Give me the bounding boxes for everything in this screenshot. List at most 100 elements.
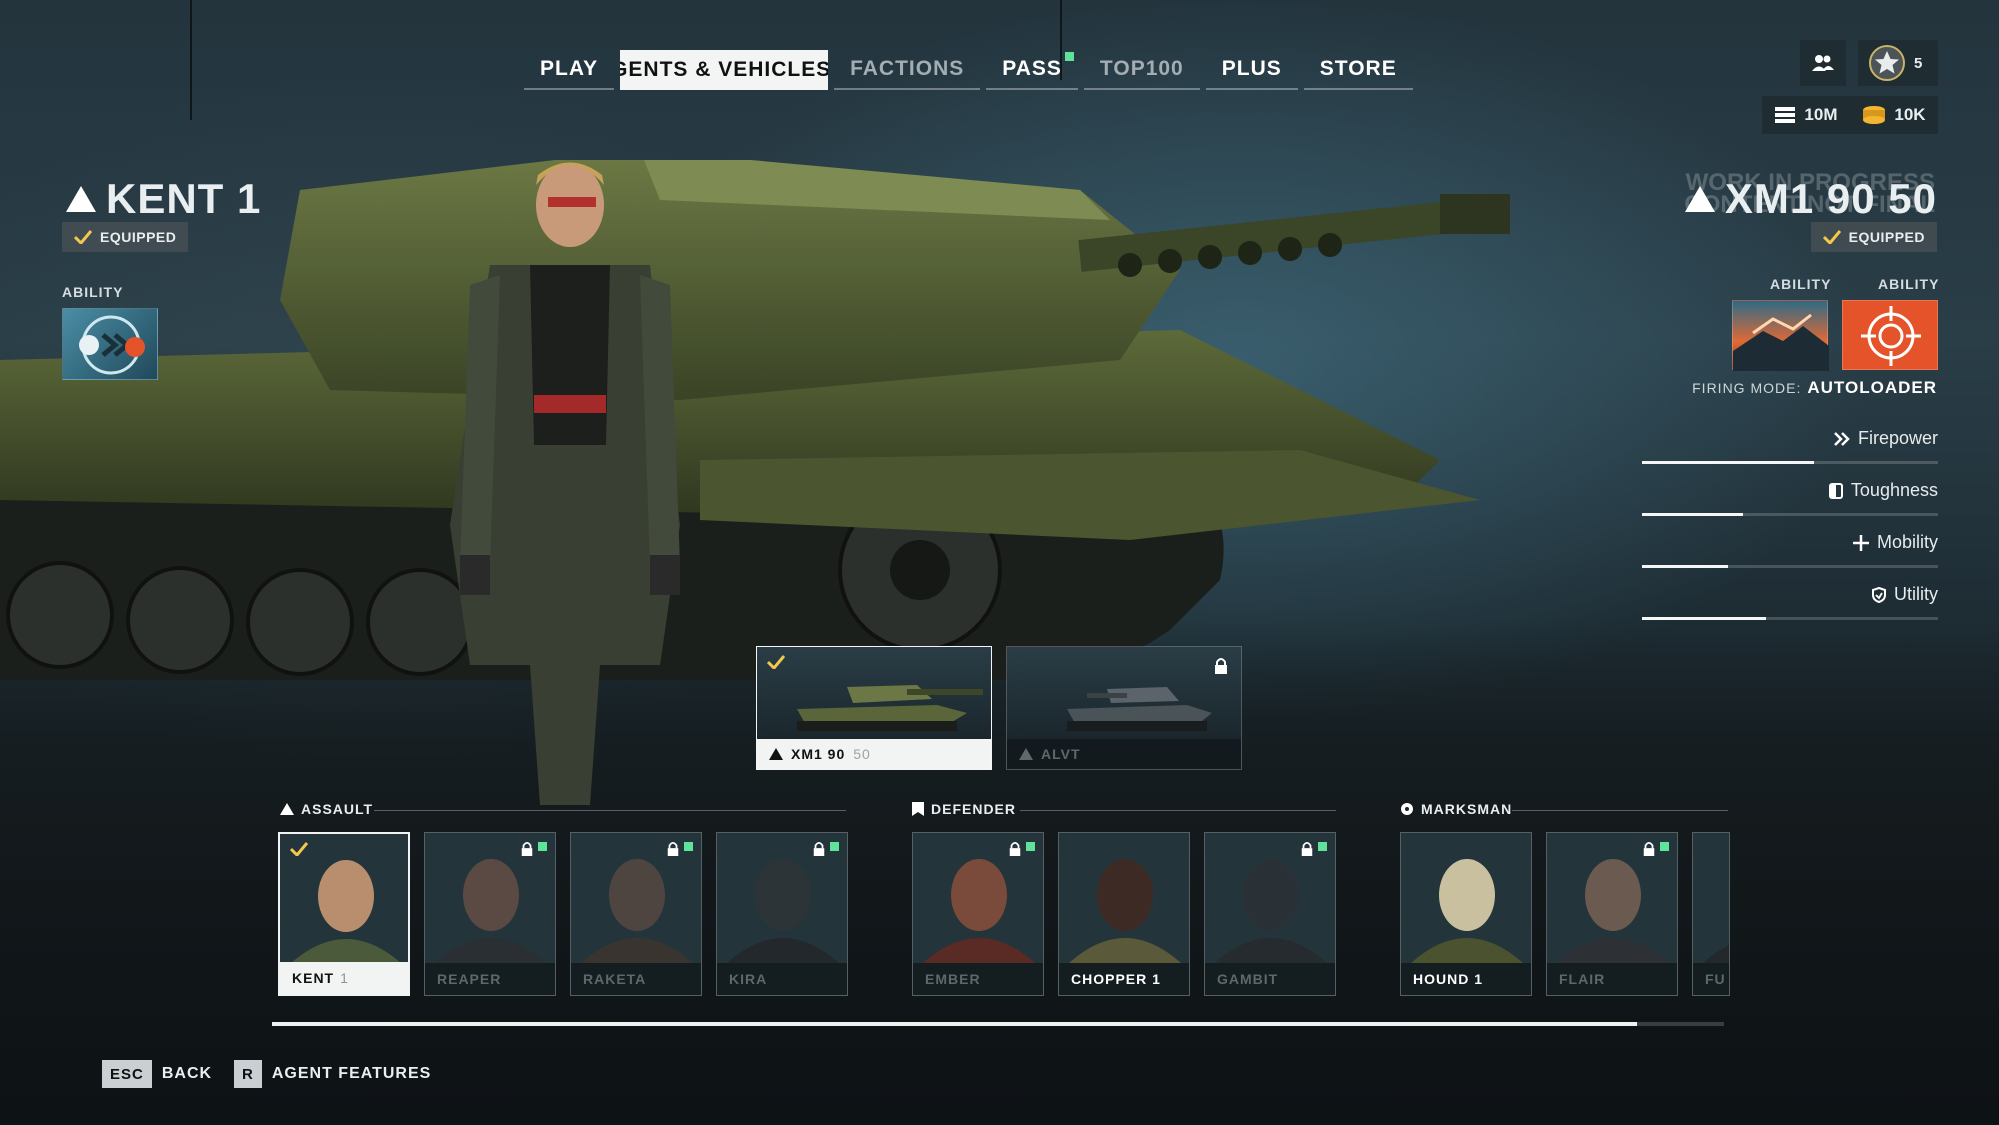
back-label: BACK	[161, 1065, 213, 1082]
chevrons-icon	[1834, 431, 1850, 446]
group-marksman: MARKSMAN	[1400, 800, 1512, 818]
agent-name: KENT 1	[106, 175, 262, 222]
card-status	[1642, 841, 1669, 857]
vehicle-ability-tile-2[interactable]	[1842, 300, 1938, 370]
agent-card-fu[interactable]: FU	[1692, 832, 1730, 996]
vehicle-card-alvt[interactable]: ALVT	[1006, 646, 1242, 770]
agent-card-raketa[interactable]: RAKETA	[570, 832, 702, 996]
stat-utility: Utility	[1642, 576, 1938, 628]
coins-icon	[1863, 106, 1886, 124]
hanging-cable	[190, 0, 192, 120]
vehicle-card-xm1[interactable]: XM1 90 50	[756, 646, 992, 770]
agent-card-name: HOUND 1	[1401, 963, 1531, 995]
shield-utility-icon	[1872, 586, 1886, 603]
currency-bar: 10M 10K	[1762, 96, 1938, 134]
agent-card-name: REAPER	[425, 963, 555, 995]
vehicle-equipped-badge: EQUIPPED	[1810, 222, 1937, 252]
card-status	[520, 841, 547, 857]
agent-portrait	[1059, 833, 1189, 963]
vehicle-ability-label-2: ABILITY	[1878, 276, 1940, 292]
group-divider	[374, 810, 846, 811]
assault-class-icon	[1019, 748, 1033, 760]
currency-coins: 10K	[1862, 105, 1926, 125]
triangle-icon	[280, 803, 294, 815]
card-status	[1008, 841, 1035, 857]
lock-icon	[1643, 842, 1655, 856]
tab-store[interactable]: STORE	[1303, 50, 1413, 90]
group-defender: DEFENDER	[912, 800, 1016, 818]
notification-dot	[1064, 52, 1074, 61]
agent-card-kent[interactable]: KENT 1	[278, 832, 410, 996]
cash-stack-icon	[1775, 107, 1796, 123]
stat-fill	[1642, 513, 1743, 516]
agent-card-reaper[interactable]: REAPER	[424, 832, 556, 996]
agent-title: KENT 1	[66, 175, 261, 223]
esc-key: ESC	[102, 1060, 152, 1088]
friends-icon	[1812, 55, 1834, 71]
card-status	[1300, 841, 1327, 857]
currency-credits-value: 10M	[1804, 105, 1838, 124]
rank-level: 5	[1914, 54, 1923, 72]
tab-agents-vehicles[interactable]: AGENTS & VEHICLES	[620, 50, 829, 90]
lock-icon	[1215, 658, 1227, 674]
agent-card-ember[interactable]: EMBER	[912, 832, 1044, 996]
vehicle-ability-tile-1[interactable]	[1732, 300, 1829, 371]
agent-ability-tile[interactable]	[62, 308, 158, 380]
vehicle-thumbnail	[757, 647, 991, 739]
agent-features-hint[interactable]: R AGENT FEATURES	[234, 1060, 431, 1088]
tab-play[interactable]: PLAY	[524, 50, 615, 90]
agent-features-label: AGENT FEATURES	[271, 1065, 432, 1082]
agent-card-name: RAKETA	[571, 963, 701, 995]
agent-card-gambit[interactable]: GAMBIT	[1204, 832, 1336, 996]
agent-character-figure	[450, 162, 680, 805]
vehicle-card-caption: XM1 90 50	[757, 739, 991, 769]
lock-icon	[1301, 842, 1313, 856]
stat-toughness: Toughness	[1642, 472, 1938, 524]
lock-icon	[1009, 842, 1021, 856]
assault-class-icon	[1684, 186, 1715, 212]
agent-card-name: FU	[1693, 963, 1729, 995]
main-nav: PLAY AGENTS & VEHICLES FACTIONS PASS TOP…	[524, 50, 1419, 90]
tab-top100[interactable]: TOP100	[1083, 50, 1200, 90]
agent-card-name: KIRA	[717, 963, 847, 995]
agent-card-name: KENT 1	[280, 962, 408, 994]
agent-equipped-badge: EQUIPPED	[62, 222, 189, 252]
vehicle-thumbnail	[1007, 647, 1241, 739]
group-assault: ASSAULT	[280, 800, 373, 818]
agent-card-chopper-1[interactable]: CHOPPER 1	[1058, 832, 1190, 996]
tab-factions[interactable]: FACTIONS	[834, 50, 981, 90]
firing-mode-value: AUTOLOADER	[1807, 378, 1937, 397]
currency-credits: 10M	[1774, 105, 1838, 125]
player-rank[interactable]: 5	[1858, 40, 1938, 86]
stat-mobility: Mobility	[1642, 524, 1938, 576]
stat-fill	[1642, 617, 1767, 620]
lock-icon	[521, 842, 533, 856]
rank-star-icon	[1869, 45, 1905, 81]
agent-ability-label: ABILITY	[62, 284, 124, 300]
new-indicator	[1026, 842, 1035, 851]
bookmark-icon	[912, 802, 924, 816]
new-indicator	[830, 842, 839, 851]
checkmark-icon	[767, 655, 785, 669]
group-divider	[1512, 810, 1728, 811]
agent-card-name: FLAIR	[1547, 963, 1677, 995]
roster-scrollbar[interactable]	[272, 1022, 1724, 1026]
card-status	[812, 841, 839, 857]
agent-card-kira[interactable]: KIRA	[716, 832, 848, 996]
agent-portrait	[1401, 833, 1531, 963]
stat-firepower: Firepower	[1642, 420, 1938, 472]
agent-card-name: EMBER	[913, 963, 1043, 995]
checkmark-icon	[74, 230, 92, 244]
roster-scroll-thumb[interactable]	[272, 1022, 1637, 1026]
friends-button[interactable]	[1800, 40, 1846, 86]
assault-class-icon	[66, 186, 96, 212]
agent-card-flair[interactable]: FLAIR	[1546, 832, 1678, 996]
vehicle-title: XM1 90 50	[1684, 175, 1937, 223]
tab-plus[interactable]: PLUS	[1205, 50, 1298, 90]
back-hint[interactable]: ESC BACK	[102, 1060, 212, 1088]
agent-card-hound-1[interactable]: HOUND 1	[1400, 832, 1532, 996]
firing-mode-label: FIRING MODE:	[1692, 380, 1802, 396]
checkmark-icon	[1822, 230, 1841, 244]
tab-pass[interactable]: PASS	[986, 50, 1078, 90]
new-indicator	[538, 842, 547, 851]
